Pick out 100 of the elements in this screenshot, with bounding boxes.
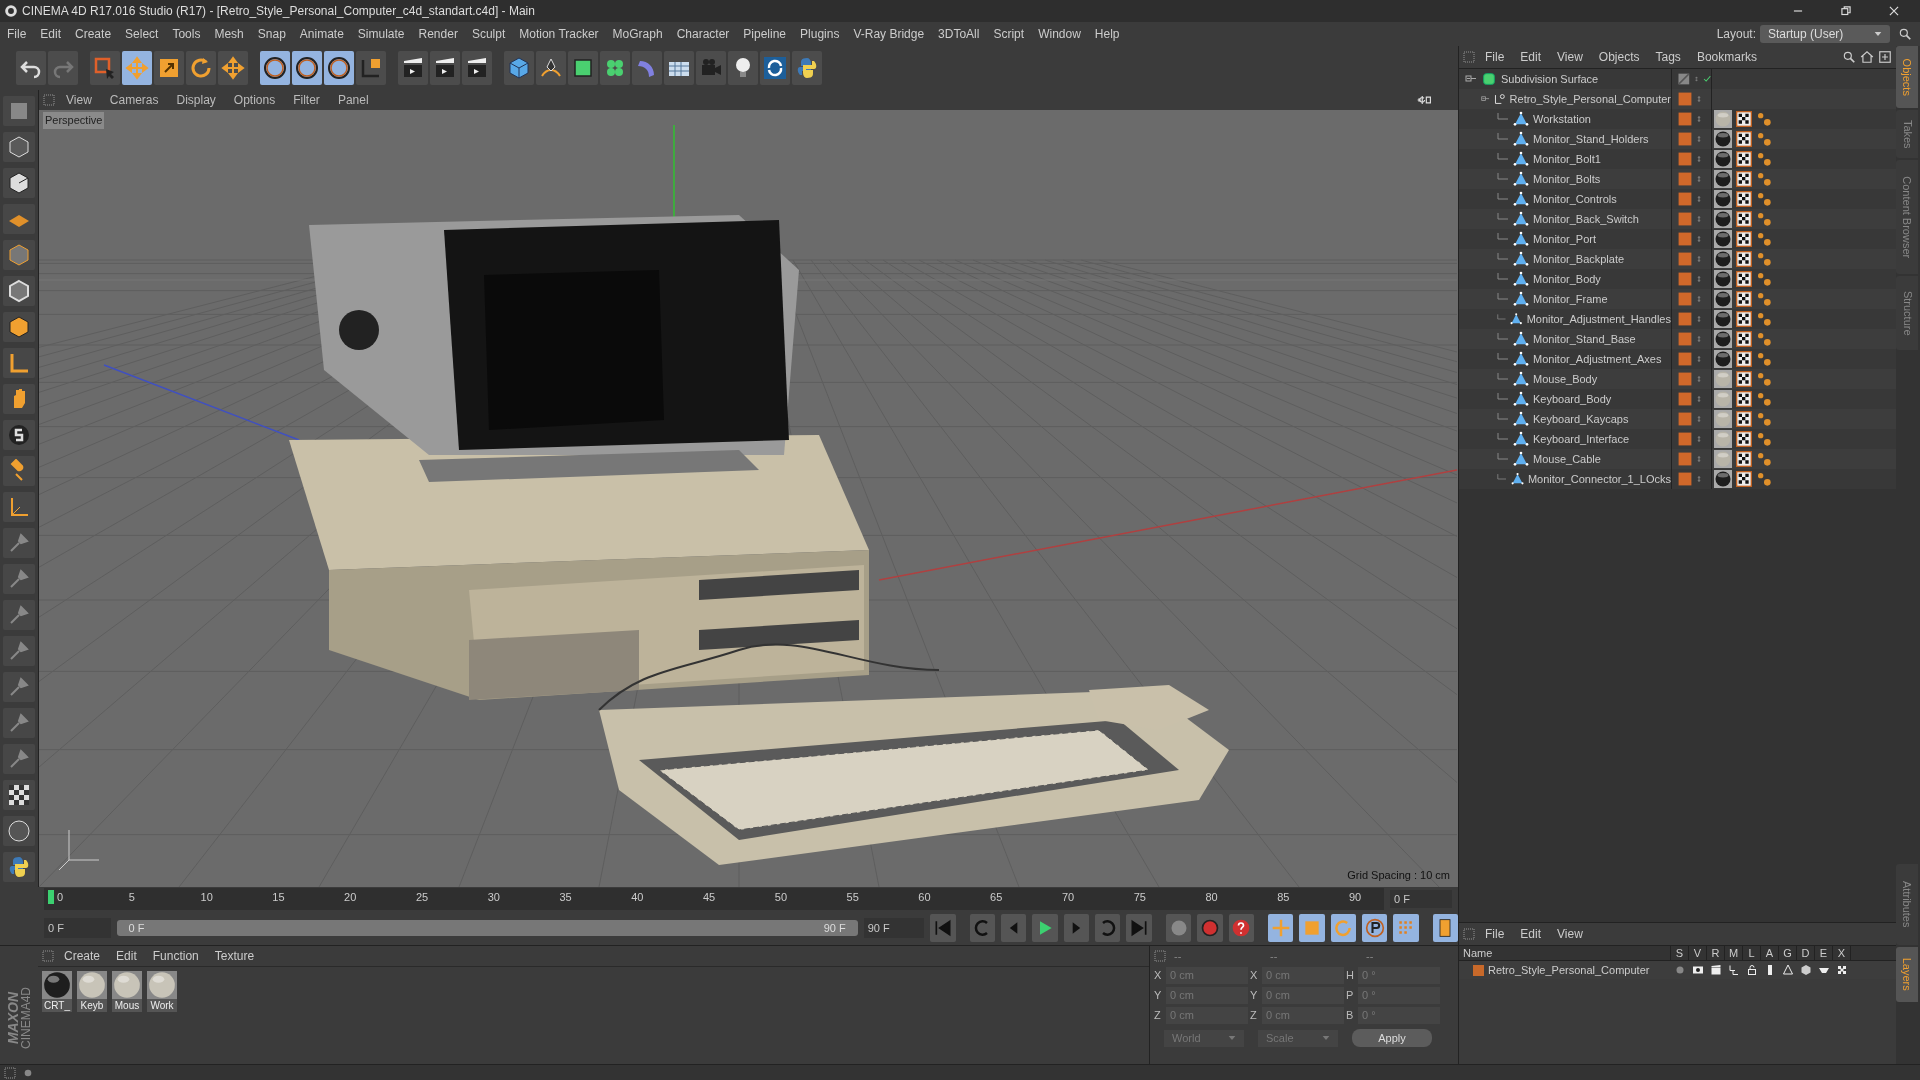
object-row[interactable]: Subdivision Surface — [1459, 69, 1896, 89]
go-to-end-button[interactable] — [1126, 914, 1152, 942]
light-bulb-button[interactable] — [728, 51, 758, 85]
layer-color-icon[interactable] — [1473, 964, 1484, 976]
help-button[interactable] — [1228, 914, 1254, 942]
menu-item[interactable]: Motion Tracker — [512, 25, 606, 43]
object-name[interactable]: Mouse_Cable — [1533, 450, 1601, 468]
menu-item[interactable]: Render — [411, 25, 465, 43]
object-name[interactable]: Monitor_Frame — [1533, 290, 1608, 308]
go-to-start-button[interactable] — [930, 914, 956, 942]
pen-button[interactable] — [536, 51, 566, 85]
menu-item[interactable]: Display — [169, 91, 223, 109]
layer-color-icon[interactable] — [1678, 272, 1692, 286]
brush-button[interactable] — [3, 600, 35, 630]
object-row[interactable]: Workstation — [1459, 109, 1896, 129]
clapperboard-button[interactable] — [462, 51, 492, 85]
record-button[interactable] — [1197, 914, 1223, 942]
uvw-tag-icon[interactable] — [1756, 391, 1772, 407]
object-row[interactable]: Monitor_Back_Switch — [1459, 209, 1896, 229]
menu-item[interactable]: Create — [58, 947, 107, 965]
object-name[interactable]: Keyboard_Body — [1533, 390, 1612, 408]
layer-color-icon[interactable] — [1678, 452, 1692, 466]
axis-mode-button[interactable] — [3, 348, 35, 378]
layer-color-icon[interactable] — [1678, 172, 1692, 186]
layer-color-icon[interactable] — [1678, 312, 1692, 326]
material-tag-icon[interactable] — [1714, 310, 1732, 328]
menu-item[interactable]: Character — [669, 25, 737, 43]
layer-color-icon[interactable] — [1678, 192, 1692, 206]
layer-color-icon[interactable] — [1678, 392, 1692, 406]
menu-item[interactable]: Tools — [165, 25, 208, 43]
checker-texture-tag-icon[interactable] — [1736, 311, 1752, 327]
object-row[interactable]: Keyboard_Interface — [1459, 429, 1896, 449]
menu-item[interactable]: View — [1551, 925, 1589, 943]
apply-button[interactable]: Apply — [1352, 1029, 1432, 1047]
layer-color-icon[interactable] — [1678, 332, 1692, 346]
layer-name[interactable]: Retro_Style_Personal_Computer — [1488, 961, 1650, 979]
layer-color-icon[interactable] — [1678, 372, 1692, 386]
layer-color-icon[interactable] — [1678, 292, 1692, 306]
loop-forward-button[interactable] — [1095, 914, 1121, 942]
brush-button[interactable] — [3, 744, 35, 774]
menu-item[interactable]: MoGraph — [605, 25, 670, 43]
deformer-icon[interactable] — [1800, 964, 1812, 976]
checker-texture-tag-icon[interactable] — [1736, 431, 1752, 447]
brush-button[interactable] — [3, 708, 35, 738]
object-name[interactable]: Monitor_Bolts — [1533, 170, 1601, 188]
move-key-button[interactable] — [1267, 914, 1294, 942]
material-tag-icon[interactable] — [1714, 470, 1732, 488]
floor-grid-button[interactable] — [664, 51, 694, 85]
uvw-tag-icon[interactable] — [1756, 311, 1772, 327]
menu-item[interactable]: 3DToAll — [931, 25, 987, 43]
search-icon[interactable] — [1842, 50, 1856, 64]
object-row[interactable]: Mouse_Body — [1459, 369, 1896, 389]
object-row[interactable]: Monitor_Backplate — [1459, 249, 1896, 269]
uvw-tag-icon[interactable] — [1756, 291, 1772, 307]
key-button[interactable] — [1165, 914, 1192, 942]
film-strip-button[interactable] — [1432, 914, 1459, 942]
menu-item[interactable]: Panel — [330, 91, 376, 109]
uvw-tag-icon[interactable] — [1756, 191, 1772, 207]
deformer-button[interactable] — [632, 51, 662, 85]
uvw-tag-icon[interactable] — [1756, 331, 1772, 347]
object-row[interactable]: Monitor_Adjustment_Handles — [1459, 309, 1896, 329]
checker-texture-tag-icon[interactable] — [1736, 331, 1752, 347]
menu-item[interactable]: Filter — [286, 91, 327, 109]
home-icon[interactable] — [1860, 50, 1874, 64]
menu-item[interactable]: Simulate — [350, 25, 412, 43]
material-tag-icon[interactable] — [1714, 250, 1732, 268]
checker-texture-tag-icon[interactable] — [1736, 371, 1752, 387]
uvw-tag-icon[interactable] — [1756, 371, 1772, 387]
clapperboard-button[interactable] — [430, 51, 460, 85]
menu-item[interactable]: Cameras — [102, 91, 166, 109]
tweak-hand-button[interactable] — [3, 384, 35, 414]
menu-item[interactable]: Texture — [208, 947, 261, 965]
object-name[interactable]: Workstation — [1533, 110, 1591, 128]
menu-item[interactable]: Snap — [250, 25, 293, 43]
checker-texture-tag-icon[interactable] — [1736, 451, 1752, 467]
menu-item[interactable]: Pipeline — [736, 25, 794, 43]
cube-mode-button[interactable] — [3, 96, 35, 126]
object-row[interactable]: Monitor_Frame — [1459, 289, 1896, 309]
layer-color-icon[interactable] — [1678, 252, 1692, 266]
layout-dropdown[interactable]: Startup (User) — [1760, 25, 1890, 43]
object-name[interactable]: Monitor_Stand_Base — [1533, 330, 1636, 348]
rotate-key-button[interactable] — [1330, 914, 1356, 942]
object-name[interactable]: Monitor_Bolt1 — [1533, 150, 1601, 168]
material-swatch[interactable]: Mous — [112, 971, 142, 1012]
menu-item[interactable]: File — [0, 25, 34, 43]
menu-item[interactable]: File — [1479, 925, 1511, 943]
python-logo-button[interactable] — [792, 51, 822, 85]
material-tag-icon[interactable] — [1714, 230, 1732, 248]
object-name[interactable]: Monitor_Backplate — [1533, 250, 1625, 268]
object-name[interactable]: Monitor_Adjustment_Handles — [1526, 310, 1671, 328]
object-name[interactable]: Keyboard_Kaycaps — [1533, 410, 1629, 428]
material-tag-icon[interactable] — [1714, 290, 1732, 308]
menu-item[interactable]: Script — [986, 25, 1032, 43]
cube-button[interactable] — [504, 51, 534, 85]
checker-texture-tag-icon[interactable] — [1736, 291, 1752, 307]
object-row[interactable]: Monitor_Adjustment_Axes — [1459, 349, 1896, 369]
side-tab[interactable]: Layers — [1896, 947, 1918, 1002]
uvw-tag-icon[interactable] — [1756, 111, 1772, 127]
uvw-tag-icon[interactable] — [1756, 271, 1772, 287]
checker-texture-tag-icon[interactable] — [1736, 231, 1752, 247]
